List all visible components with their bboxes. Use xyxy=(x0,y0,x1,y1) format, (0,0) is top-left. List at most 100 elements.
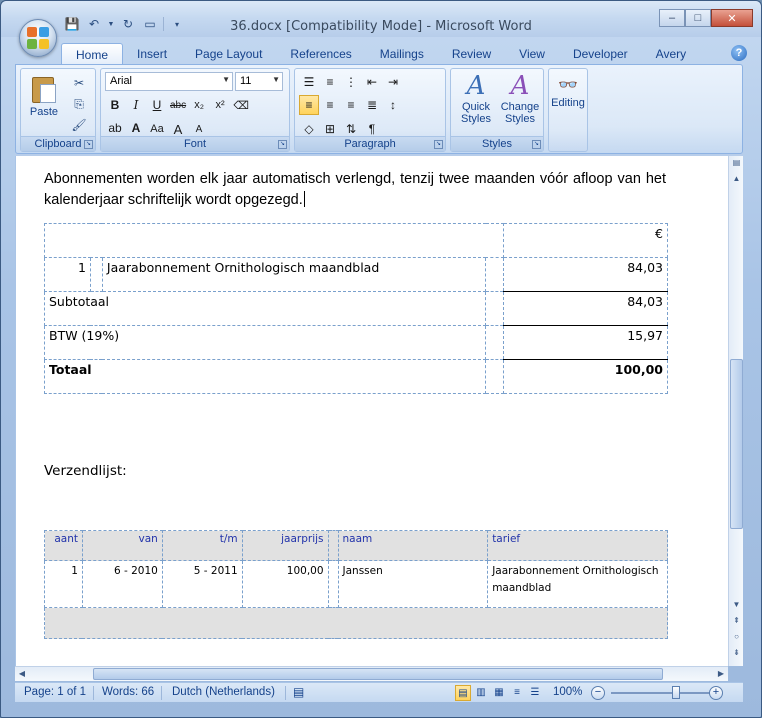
select-browse-object-icon[interactable]: ○ xyxy=(729,630,744,644)
word-count[interactable]: Words: 66 xyxy=(102,686,154,698)
print-layout-view-icon[interactable]: ▤ xyxy=(455,685,471,701)
shipping-table: aant van t/m jaarprijs naam tarief 1 6 -… xyxy=(44,530,668,639)
font-name-combo[interactable]: Arial ▼ xyxy=(105,72,233,91)
office-button[interactable] xyxy=(19,19,57,57)
paste-button[interactable]: Paste xyxy=(27,74,61,118)
cell-aant[interactable]: 1 xyxy=(44,560,83,608)
scroll-left-icon[interactable]: ◀ xyxy=(15,667,29,681)
italic-button[interactable]: I xyxy=(126,95,146,115)
tab-mailings[interactable]: Mailings xyxy=(366,43,438,65)
page-count[interactable]: Page: 1 of 1 xyxy=(24,686,86,698)
subscript-button[interactable]: x₂ xyxy=(189,95,209,115)
header-tarief[interactable]: tarief xyxy=(487,530,668,561)
header-tm[interactable]: t/m xyxy=(161,530,243,561)
invoice-header-cell[interactable] xyxy=(43,223,505,258)
zoom-in-icon[interactable]: + xyxy=(709,686,723,700)
line-spacing-icon[interactable]: ↕ xyxy=(383,95,403,115)
subtotal-label-cell[interactable]: Subtotaal xyxy=(43,291,487,326)
numbering-icon[interactable]: ≡ xyxy=(320,72,340,92)
shipping-list-label[interactable]: Verzendlijst: xyxy=(44,463,127,479)
cell-naam[interactable]: Janssen xyxy=(337,560,489,608)
quick-styles-button[interactable]: A Quick Styles xyxy=(455,71,497,125)
scroll-down-icon[interactable]: ▼ xyxy=(729,598,744,612)
vertical-scrollbar[interactable]: ▤ ▲ ▼ ⇞ ○ ⇟ xyxy=(728,156,743,666)
tab-home[interactable]: Home xyxy=(61,43,124,65)
currency-cell[interactable]: € xyxy=(503,223,668,258)
minimize-button[interactable]: – xyxy=(659,9,685,27)
spacer-cell xyxy=(485,359,505,394)
justify-icon[interactable]: ≣ xyxy=(362,95,382,115)
close-button[interactable]: ✕ xyxy=(711,9,753,27)
full-screen-reading-icon[interactable]: ▥ xyxy=(473,685,489,701)
item-description-cell[interactable]: Jaarabonnement Ornithologisch maandblad xyxy=(101,257,487,292)
format-painter-icon[interactable]: 🖌 xyxy=(69,116,89,134)
item-amount-cell[interactable]: 84,03 xyxy=(503,257,668,292)
item-qty-cell[interactable]: 1 xyxy=(44,257,91,292)
web-layout-icon[interactable]: ▦ xyxy=(491,685,507,701)
tab-page-layout[interactable]: Page Layout xyxy=(181,43,276,65)
cell-van[interactable]: 6 - 2010 xyxy=(81,560,163,608)
cell-jaarprijs[interactable]: 100,00 xyxy=(241,560,329,608)
cell-tm[interactable]: 5 - 2011 xyxy=(161,560,243,608)
previous-page-icon[interactable]: ⇞ xyxy=(729,614,744,628)
total-label-cell[interactable]: Totaal xyxy=(43,359,487,394)
header-aant[interactable]: aant xyxy=(44,530,83,561)
copy-icon[interactable]: ⎘ xyxy=(69,95,89,113)
cut-icon[interactable]: ✂ xyxy=(69,74,89,92)
zoom-slider-knob[interactable] xyxy=(672,686,680,699)
scroll-right-icon[interactable]: ▶ xyxy=(714,667,728,681)
align-right-icon[interactable]: ≡ xyxy=(341,95,361,115)
total-amount-cell[interactable]: 100,00 xyxy=(503,359,668,394)
bullets-icon[interactable]: ☰ xyxy=(299,72,319,92)
title-bar: 💾 ↶ ▼ ↻ ▭ ▾ 36.docx [Compatibility Mode]… xyxy=(1,1,761,37)
header-naam[interactable]: naam xyxy=(337,530,489,561)
align-left-icon[interactable]: ≡ xyxy=(299,95,319,115)
scroll-up-icon[interactable]: ▲ xyxy=(729,172,744,186)
header-jaarprijs[interactable]: jaarprijs xyxy=(241,530,329,561)
increase-indent-icon[interactable]: ⇥ xyxy=(383,72,403,92)
header-van[interactable]: van xyxy=(81,530,163,561)
paragraph-launcher-icon[interactable]: ↘ xyxy=(434,140,443,149)
maximize-button[interactable]: □ xyxy=(685,9,711,27)
subtotal-amount-cell[interactable]: 84,03 xyxy=(503,291,668,326)
align-center-icon[interactable]: ≡ xyxy=(320,95,340,115)
superscript-button[interactable]: x² xyxy=(210,95,230,115)
language-indicator[interactable]: Dutch (Netherlands) xyxy=(172,686,275,698)
draft-view-icon[interactable]: ☰ xyxy=(527,685,543,701)
editing-button[interactable]: 👓 Editing xyxy=(550,75,586,109)
change-styles-button[interactable]: A Change Styles xyxy=(499,71,541,125)
multilevel-list-icon[interactable]: ⋮ xyxy=(341,72,361,92)
tab-avery[interactable]: Avery xyxy=(642,43,700,65)
next-page-icon[interactable]: ⇟ xyxy=(729,646,744,660)
horizontal-scrollbar[interactable]: ◀ ▶ xyxy=(15,666,728,681)
document-paragraph[interactable]: Abonnementen worden elk jaar automatisch… xyxy=(44,169,666,211)
ruler-toggle-icon[interactable]: ▤ xyxy=(729,156,744,170)
horizontal-scroll-thumb[interactable] xyxy=(93,668,663,680)
bold-button[interactable]: B xyxy=(105,95,125,115)
decrease-indent-icon[interactable]: ⇤ xyxy=(362,72,382,92)
proofing-icon[interactable]: ▤ xyxy=(293,685,304,699)
font-launcher-icon[interactable]: ↘ xyxy=(278,140,287,149)
zoom-out-icon[interactable]: − xyxy=(591,686,605,700)
vat-amount-cell[interactable]: 15,97 xyxy=(503,325,668,360)
styles-launcher-icon[interactable]: ↘ xyxy=(532,140,541,149)
outline-view-icon[interactable]: ≡ xyxy=(509,685,525,701)
clear-formatting-icon[interactable]: ⌫ xyxy=(231,95,251,115)
strikethrough-button[interactable]: abc xyxy=(168,95,188,115)
tab-developer[interactable]: Developer xyxy=(559,43,642,65)
vat-label-cell[interactable]: BTW (19%) xyxy=(43,325,487,360)
zoom-level[interactable]: 100% xyxy=(553,686,582,698)
font-size-combo[interactable]: 11 ▼ xyxy=(235,72,283,91)
cell-tarief[interactable]: Jaarabonnement Ornithologisch maandblad xyxy=(487,560,668,608)
vertical-scroll-thumb[interactable] xyxy=(730,359,743,529)
tab-review[interactable]: Review xyxy=(438,43,505,65)
help-icon[interactable]: ? xyxy=(731,45,747,61)
clipboard-launcher-icon[interactable]: ↘ xyxy=(84,140,93,149)
font-name-value: Arial xyxy=(110,75,133,87)
tab-insert[interactable]: Insert xyxy=(123,43,181,65)
zoom-slider[interactable] xyxy=(611,692,713,694)
tab-references[interactable]: References xyxy=(276,43,365,65)
underline-button[interactable]: U xyxy=(147,95,167,115)
tab-view[interactable]: View xyxy=(505,43,559,65)
footer-cell[interactable] xyxy=(44,607,668,639)
